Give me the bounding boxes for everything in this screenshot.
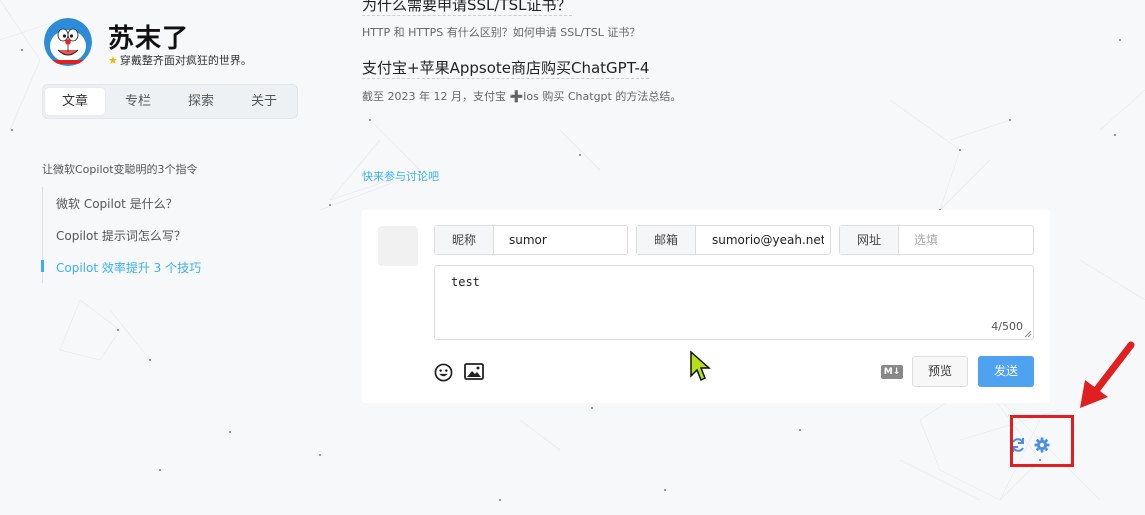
annotation-highlight-box: [1010, 415, 1074, 467]
avatar[interactable]: [44, 18, 92, 66]
nav-tabs: 文章 专栏 探索 关于: [42, 84, 298, 119]
emoji-icon[interactable]: [434, 363, 453, 382]
url-input[interactable]: 选填: [914, 226, 1026, 254]
toc-item-prompt-writing[interactable]: Copilot 提示词怎么写？: [56, 227, 186, 244]
article-chatgpt: 支付宝+苹果Appsote商店购买ChatGPT-4: [362, 57, 650, 79]
resize-grip-icon[interactable]: [1024, 330, 1032, 338]
tab-about[interactable]: 关于: [234, 88, 294, 115]
commenter-avatar: [378, 226, 418, 266]
table-of-contents: 微软 Copilot 是什么？ Copilot 提示词怎么写？ Copilot …: [41, 187, 201, 283]
discuss-link[interactable]: 快来参与讨论吧: [362, 168, 439, 184]
send-button[interactable]: 发送: [978, 356, 1034, 387]
image-icon[interactable]: [464, 363, 484, 380]
tab-columns[interactable]: 专栏: [108, 88, 168, 115]
toc-active-indicator: [41, 260, 44, 272]
url-field: 网址 选填: [839, 225, 1034, 255]
doraemon-avatar-icon: [44, 18, 92, 66]
comment-text: test: [451, 275, 480, 289]
markdown-icon[interactable]: M↓: [881, 365, 903, 379]
site-subtitle: ★ 穿戴整齐面对疯狂的世界。: [108, 52, 252, 68]
article-title[interactable]: 支付宝+苹果Appsote商店购买ChatGPT-4: [362, 59, 650, 79]
star-icon: ★: [108, 54, 118, 67]
site-subtitle-text: 穿戴整齐面对疯狂的世界。: [119, 54, 252, 67]
email-input[interactable]: sumorio@yeah.net: [712, 226, 824, 254]
preview-button[interactable]: 预览: [912, 356, 968, 387]
cursor-icon: [690, 350, 711, 382]
article-title[interactable]: 为什么需要申请SSL/TSL证书？: [362, 0, 572, 16]
annotation-arrow-icon: [1080, 341, 1135, 408]
nickname-label: 昵称: [435, 226, 494, 254]
article-ssl: 为什么需要申请SSL/TSL证书？: [362, 0, 572, 16]
nickname-input[interactable]: sumor: [509, 226, 621, 254]
email-field: 邮箱 sumorio@yeah.net: [636, 225, 831, 255]
comment-textarea[interactable]: test 4/500: [434, 265, 1034, 340]
article-description: HTTP 和 HTTPS 有什么区别？如何申请 SSL/TSL 证书？: [362, 26, 641, 39]
toc-item-what-is-copilot[interactable]: 微软 Copilot 是什么？: [56, 195, 178, 212]
tab-articles[interactable]: 文章: [45, 88, 105, 115]
email-label: 邮箱: [637, 226, 696, 254]
site-profile: 苏末了 ★ 穿戴整齐面对疯狂的世界。: [44, 18, 304, 78]
tab-explore[interactable]: 探索: [171, 88, 231, 115]
word-count: 4/500: [991, 320, 1023, 333]
url-label: 网址: [840, 226, 899, 254]
toc-item-efficiency-tips[interactable]: Copilot 效率提升 3 个技巧: [56, 259, 201, 276]
nickname-field: 昵称 sumor: [434, 225, 628, 255]
article-description: 截至 2023 年 12 月，支付宝 ➕Ios 购买 Chatgpt 的方法总结…: [362, 90, 682, 103]
site-title[interactable]: 苏末了: [108, 18, 189, 55]
toc-title: 让微软Copilot变聪明的3个指令: [42, 163, 198, 176]
